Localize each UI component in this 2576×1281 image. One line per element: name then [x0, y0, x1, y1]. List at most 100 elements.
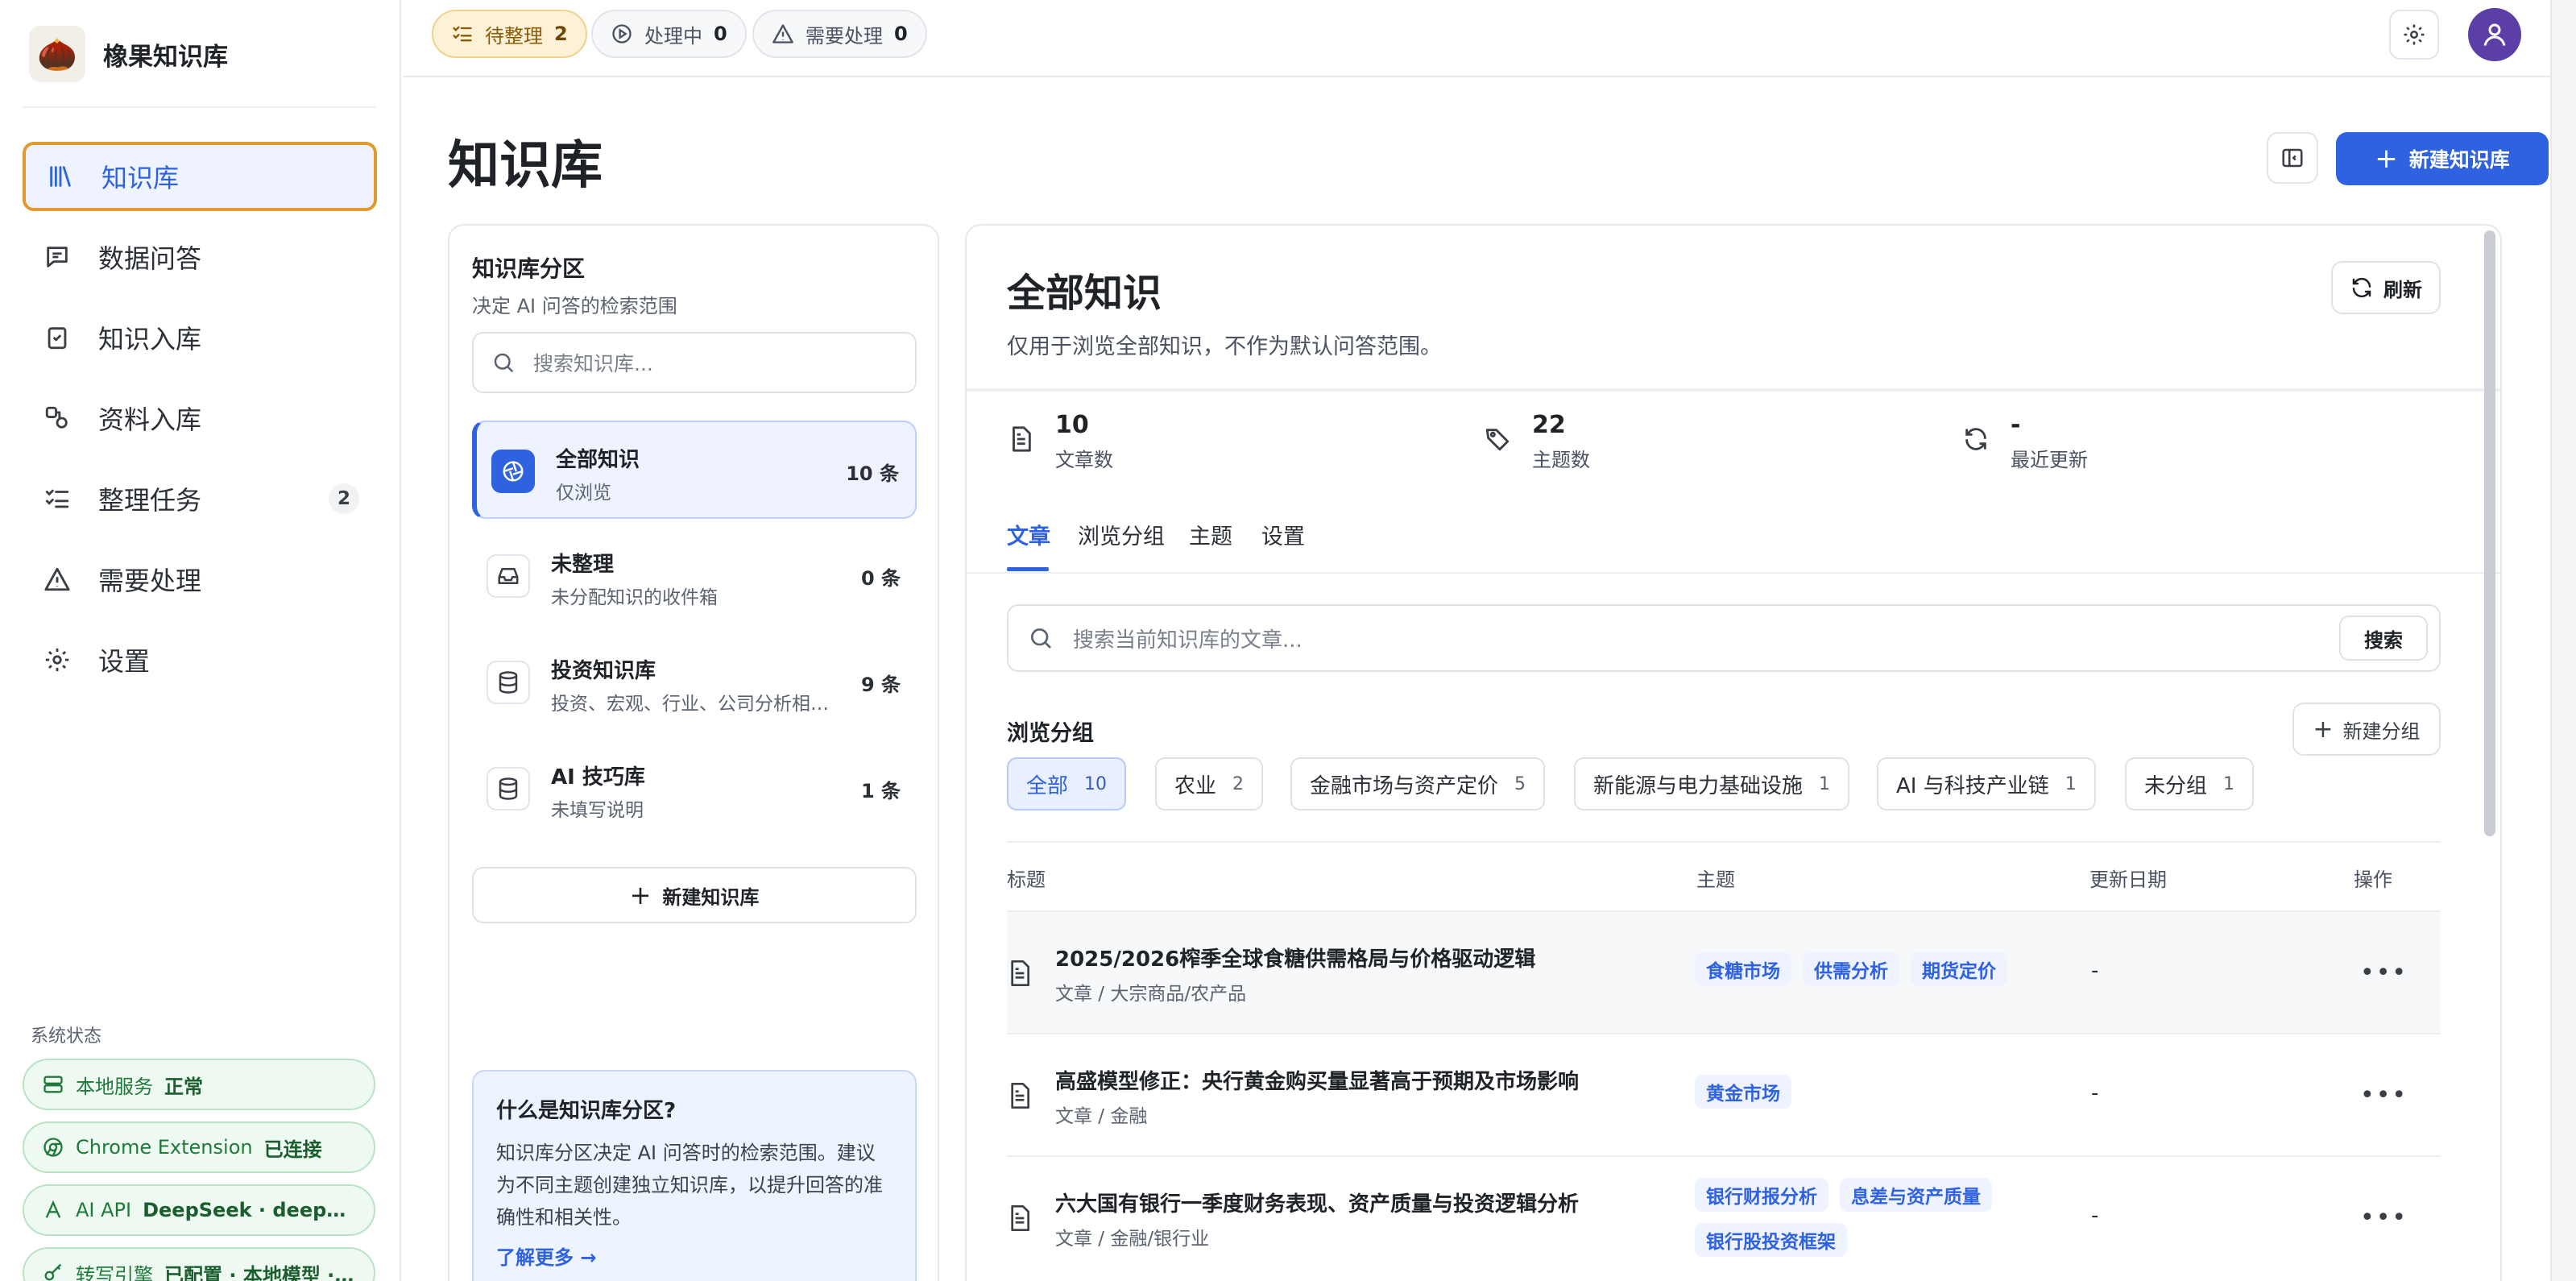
toggle-panel-button[interactable] — [2267, 132, 2318, 184]
article-title[interactable]: 2025/2026榨季全球食糖供需格局与价格驱动逻辑 — [1055, 943, 1535, 972]
topic-tag[interactable]: 期货定价 — [1911, 952, 2007, 986]
aperture-icon — [491, 450, 535, 493]
topic-tag[interactable]: 黄金市场 — [1695, 1075, 1791, 1109]
kb-count: 9 条 — [860, 674, 901, 696]
gear-icon — [42, 645, 72, 675]
sidebar-nav: 知识库 数据问答 知识入库 资料入库 整理任务 2 需要处理 设置 — [23, 142, 377, 706]
article-path: 文章 / 金融/银行业 — [1055, 1229, 1210, 1250]
table-row[interactable]: 2025/2026榨季全球食糖供需格局与价格驱动逻辑 文章 / 大宗商品/农产品… — [1007, 910, 2441, 1033]
tab-topics[interactable]: 主题 — [1189, 519, 1232, 550]
new-knowledge-base-panel-button[interactable]: + 新建知识库 — [472, 867, 917, 923]
system-status-list: 本地服务 正常 Chrome Extension 已连接 AI API Deep… — [23, 1059, 375, 1281]
stat-value: - — [2011, 411, 2021, 439]
group-chip-ai-tech[interactable]: AI 与科技产业链 1 — [1877, 757, 2096, 810]
panel-subtitle: 仅用于浏览全部知识，不作为默认问答范围。 — [1007, 334, 1442, 359]
status-name: 转写引擎 — [76, 1263, 153, 1281]
topic-tags: 银行财报分析 息差与资产质量 银行股投资框架 — [1695, 1178, 2033, 1257]
status-chrome-extension[interactable]: Chrome Extension 已连接 — [23, 1121, 375, 1173]
topic-tag[interactable]: 银行财报分析 — [1695, 1178, 1828, 1212]
active-tab-indicator — [1007, 567, 1049, 571]
pill-label: 需要处理 — [806, 24, 883, 48]
sidebar-item-settings[interactable]: 设置 — [23, 625, 377, 694]
pill-count: 2 — [554, 23, 568, 45]
needs-attention-pill[interactable]: 需要处理 0 — [752, 10, 927, 58]
column-header-date: 更新日期 — [2089, 869, 2167, 891]
processing-pill[interactable]: 处理中 0 — [591, 10, 747, 58]
group-chip-financial-markets[interactable]: 金融市场与资产定价 5 — [1290, 757, 1546, 810]
topic-tag[interactable]: 供需分析 — [1803, 952, 1899, 986]
status-value: 已连接 — [263, 1138, 322, 1161]
refresh-button[interactable]: 刷新 — [2331, 261, 2441, 314]
kb-count: 10 条 — [846, 462, 899, 485]
kb-item-all[interactable]: 全部知识 仅浏览 10 条 — [472, 421, 917, 519]
warning-icon — [772, 24, 793, 44]
group-chip-new-energy[interactable]: 新能源与电力基础设施 1 — [1574, 757, 1850, 810]
user-icon — [2483, 23, 2506, 46]
user-avatar[interactable] — [2468, 8, 2521, 61]
group-chip-agriculture[interactable]: 农业 2 — [1155, 757, 1264, 810]
learn-more-link[interactable]: 了解更多 → — [496, 1242, 892, 1270]
panel-scrollbar[interactable] — [2484, 230, 2495, 836]
article-search-input[interactable]: 搜索当前知识库的文章... 搜索 — [1007, 604, 2441, 672]
panel-title: 知识库分区 — [472, 255, 586, 282]
tab-articles[interactable]: 文章 — [1007, 519, 1050, 550]
kb-item-investment[interactable]: 投资知识库 投资、宏观、行业、公司分析相关资料 9 条 — [472, 633, 917, 732]
kb-count: 1 条 — [860, 780, 901, 802]
page-scrollbar-track[interactable] — [2550, 0, 2576, 1281]
help-title: 什么是知识库分区? — [496, 1099, 677, 1123]
article-title[interactable]: 高盛模型修正：央行黄金购买量显著高于预期及市场影响 — [1055, 1065, 1579, 1095]
new-knowledge-base-button[interactable]: + 新建知识库 — [2336, 132, 2549, 185]
topic-tags: 黄金市场 — [1695, 1075, 2033, 1109]
sidebar: 🌰 橡果知识库 知识库 数据问答 知识入库 资料入库 整理任务 2 需要处理 设… — [0, 0, 401, 1281]
kb-item-unorganized[interactable]: 未整理 未分配知识的收件箱 0 条 — [472, 527, 917, 625]
table-row[interactable]: 高盛模型修正：央行黄金购买量显著高于预期及市场影响 文章 / 金融 黄金市场 -… — [1007, 1033, 2441, 1155]
status-value: 正常 — [164, 1075, 203, 1098]
sidebar-item-material-import[interactable]: 资料入库 — [23, 383, 377, 453]
status-local-service[interactable]: 本地服务 正常 — [23, 1059, 375, 1110]
chrome-icon — [43, 1138, 63, 1157]
new-group-button[interactable]: + 新建分组 — [2292, 703, 2441, 756]
sidebar-item-tasks[interactable]: 整理任务 2 — [23, 464, 377, 533]
tab-browse-groups[interactable]: 浏览分组 — [1078, 519, 1165, 550]
article-title[interactable]: 六大国有银行一季度财务表现、资产质量与投资逻辑分析 — [1055, 1188, 1579, 1217]
sidebar-item-label: 数据问答 — [98, 243, 202, 274]
sidebar-item-needs-attention[interactable]: 需要处理 — [23, 545, 377, 614]
more-actions-icon[interactable]: ••• — [2360, 1081, 2408, 1109]
table-row[interactable]: 六大国有银行一季度财务表现、资产质量与投资逻辑分析 文章 / 金融/银行业 银行… — [1007, 1155, 2441, 1278]
sidebar-item-knowledge-base[interactable]: 知识库 — [23, 142, 377, 211]
group-chip-all[interactable]: 全部 10 — [1007, 757, 1127, 810]
more-actions-icon[interactable]: ••• — [2360, 959, 2408, 987]
kb-count: 0 条 — [860, 567, 901, 590]
settings-button[interactable] — [2389, 10, 2439, 60]
kb-name: AI 技巧库 — [551, 765, 645, 790]
group-chip-ungrouped[interactable]: 未分组 1 — [2125, 757, 2255, 810]
search-button[interactable]: 搜索 — [2339, 616, 2428, 661]
topic-tag[interactable]: 银行股投资框架 — [1695, 1223, 1847, 1257]
key-icon — [44, 1263, 62, 1281]
brand[interactable]: 🌰 橡果知识库 — [29, 26, 228, 82]
status-transcription-engine[interactable]: 转写引擎 已配置 · 本地模型 · whisper — [23, 1247, 375, 1281]
updated-date: - — [2091, 1204, 2099, 1228]
pending-organize-pill[interactable]: 待整理 2 — [432, 10, 587, 58]
status-ai-api[interactable]: AI API DeepSeek · deepseek-chat — [23, 1184, 375, 1236]
topbar: 待整理 2 处理中 0 需要处理 0 — [403, 0, 2550, 77]
tab-settings[interactable]: 设置 — [1261, 519, 1305, 550]
chip-count: 2 — [1232, 773, 1245, 794]
topic-tag[interactable]: 食糖市场 — [1695, 952, 1791, 986]
sidebar-item-label: 资料入库 — [98, 404, 202, 435]
pill-label: 待整理 — [485, 24, 543, 48]
acorn-logo-icon: 🌰 — [29, 26, 85, 82]
kb-item-ai-tips[interactable]: AI 技巧库 未填写说明 1 条 — [472, 740, 917, 838]
topic-tag[interactable]: 息差与资产质量 — [1840, 1178, 1992, 1212]
sidebar-item-knowledge-import[interactable]: 知识入库 — [23, 303, 377, 372]
sidebar-item-data-qa[interactable]: 数据问答 — [23, 222, 377, 292]
link-shapes-icon — [42, 403, 72, 433]
search-placeholder: 搜索知识库... — [533, 352, 653, 375]
clipboard-check-icon — [42, 322, 72, 353]
document-icon — [1007, 959, 1033, 988]
chat-icon — [42, 242, 72, 272]
plus-icon: + — [2375, 143, 2398, 175]
stat-topics: 22 主题数 — [1484, 411, 1590, 472]
knowledge-base-search-input[interactable]: 搜索知识库... — [472, 332, 917, 393]
more-actions-icon[interactable]: ••• — [2360, 1204, 2408, 1232]
